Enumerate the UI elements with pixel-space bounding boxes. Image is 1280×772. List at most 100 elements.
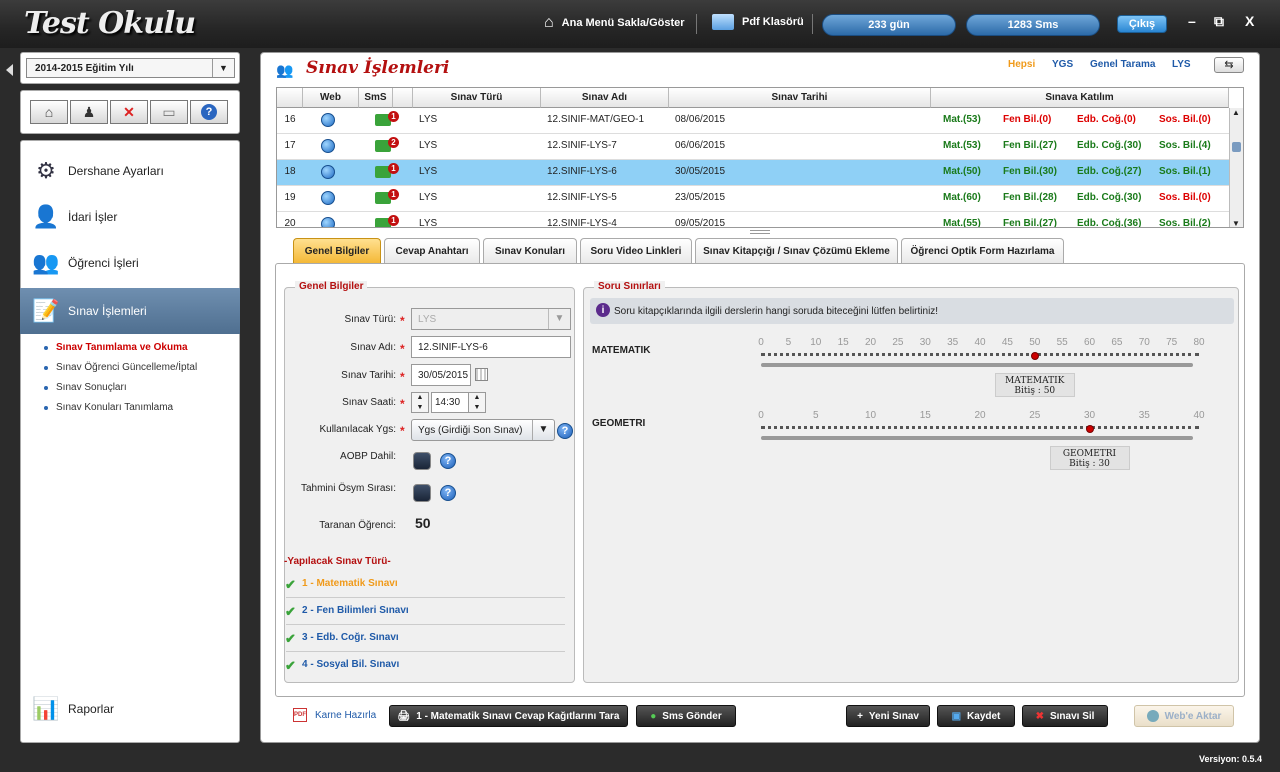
home-button[interactable]: ⌂ [30,100,68,124]
sidebar-item-dershane[interactable]: ⚙ Dershane Ayarları [20,148,240,194]
participation-cell[interactable]: Edb. Coğ.(36) [1077,212,1141,227]
table-row[interactable]: 18 1 LYS 12.SINIF-LYS-6 30/05/2015 Mat.(50) Fe… [277,160,1229,186]
save-button[interactable]: ▣ Kaydet [937,705,1015,727]
table-header-date[interactable]: Sınav Tarihi [669,88,931,108]
scan-button[interactable]: 🖨 1 - Matematik Sınavı Cevap Kağıtlarını … [389,705,628,727]
tab-optik-form[interactable]: Öğrenci Optik Form Hazırlama [901,238,1064,264]
participation-cell[interactable]: Sos. Bil.(0) [1159,186,1211,212]
participation-cell[interactable]: Mat.(53) [943,134,981,160]
participation-cell[interactable]: Fen Bil.(0) [1003,108,1051,134]
participation-cell[interactable]: Sos. Bil.(0) [1159,108,1211,134]
table-header-sms[interactable]: SmS [359,88,393,108]
participation-cell[interactable]: Fen Bil.(28) [1003,186,1057,212]
table-header-katilim[interactable]: Sınava Katılım [931,88,1229,108]
slider-track[interactable] [761,363,1193,367]
help-icon[interactable]: ? [440,485,456,501]
calendar-icon[interactable] [475,368,488,381]
sidebar-item-raporlar[interactable]: 📊 Raporlar [20,686,240,732]
submenu-sinav-sonuclari[interactable]: Sınav Sonuçları [44,382,127,393]
sms-icon[interactable]: 2 [375,134,399,160]
table-scrollbar[interactable]: ▲ ▼ [1229,108,1243,227]
globe-icon[interactable] [321,186,335,212]
minimize-button[interactable]: – [1188,13,1196,29]
table-header-name[interactable]: Sınav Adı [541,88,669,108]
calendar-button[interactable]: ▭ [150,100,188,124]
globe-icon[interactable] [321,134,335,160]
participation-cell[interactable]: Mat.(53) [943,108,981,134]
delete-button[interactable]: ✕ [110,100,148,124]
submenu-ogrenci-guncelleme[interactable]: Sınav Öğrenci Güncelleme/İptal [44,362,197,373]
sms-icon[interactable]: 1 [375,186,399,212]
filter-ygs[interactable]: YGS [1052,59,1073,70]
table-row[interactable]: 20 1 LYS 12.SINIF-LYS-4 09/05/2015 Mat.(55) Fe… [277,212,1229,227]
submenu-sinav-konulari[interactable]: Sınav Konuları Tanımlama [44,402,173,413]
restore-button[interactable]: ⧉ [1214,13,1224,30]
splitter-handle[interactable] [750,230,770,234]
exam-date-input[interactable]: 30/05/2015 [411,364,471,386]
participation-cell[interactable]: Fen Bil.(27) [1003,134,1057,160]
pdf-folder-button[interactable]: Pdf Klasörü [712,14,804,30]
exam-time-input[interactable]: 14:30 [431,392,469,413]
table-header-type[interactable]: Sınav Türü [413,88,541,108]
tab-sinav-konulari[interactable]: Sınav Konuları [483,238,577,264]
ygs-select[interactable]: Ygs (Girdiği Son Sınav) ▼ [411,419,555,441]
sms-icon[interactable]: 1 [375,108,399,134]
sms-send-button[interactable]: ● Sms Gönder [636,705,736,727]
help-icon[interactable]: ? [440,453,456,469]
menu-toggle-button[interactable]: ⌂ Ana Menü Sakla/Göster [544,14,685,32]
exam-part-1[interactable]: 1 - Matematik Sınavı [302,578,398,589]
web-export-button[interactable]: Web'e Aktar [1134,705,1234,727]
help-button[interactable]: ? [190,100,228,124]
exam-part-3[interactable]: 3 - Edb. Coğr. Sınavı [302,632,399,643]
exam-type-select[interactable]: LYS ▼ [411,308,571,330]
submenu-sinav-tanimlama[interactable]: Sınav Tanımlama ve Okuma [44,342,188,353]
year-select[interactable]: 2014-2015 Eğitim Yılı ▼ [26,58,235,78]
aobp-checkbox[interactable] [413,452,431,470]
participation-cell[interactable]: Sos. Bil.(2) [1159,212,1211,227]
time-stepper-right[interactable]: ▲ ▼ [468,392,486,413]
sidebar-item-ogrenci[interactable]: 👥 Öğrenci İşleri [20,240,240,286]
participation-cell[interactable]: Sos. Bil.(4) [1159,134,1211,160]
sms-icon[interactable]: 1 [375,212,399,227]
participation-cell[interactable]: Mat.(60) [943,186,981,212]
slider-thumb[interactable] [1085,425,1094,433]
sidebar-item-idari[interactable]: 👤 İdari İşler [20,194,240,240]
participation-cell[interactable]: Edb. Coğ.(30) [1077,134,1141,160]
collapse-arrow-icon[interactable] [6,64,13,76]
exam-part-2[interactable]: 2 - Fen Bilimleri Sınavı [302,605,409,616]
tab-genel-bilgiler[interactable]: Genel Bilgiler [293,238,381,264]
exam-part-4[interactable]: 4 - Sosyal Bil. Sınavı [302,659,399,670]
scroll-up-icon[interactable]: ▲ [1232,108,1240,117]
filter-hepsi[interactable]: Hepsi [1008,59,1035,70]
table-row[interactable]: 19 1 LYS 12.SINIF-LYS-5 23/05/2015 Mat.(60) Fe… [277,186,1229,212]
scroll-thumb[interactable] [1232,142,1241,152]
participation-cell[interactable]: Edb. Coğ.(27) [1077,160,1141,186]
user-button[interactable]: ♟ [70,100,108,124]
participation-cell[interactable]: Edb. Coğ.(0) [1077,108,1136,134]
refresh-button[interactable]: ⇆ [1214,57,1244,73]
tab-soru-video[interactable]: Soru Video Linkleri [580,238,692,264]
table-header-web[interactable]: Web [303,88,359,108]
tab-kitapcik[interactable]: Sınav Kitapçığı / Sınav Çözümü Ekleme [695,238,898,264]
help-icon[interactable]: ? [557,423,573,439]
participation-cell[interactable]: Edb. Coğ.(30) [1077,186,1141,212]
sidebar-item-sinav[interactable]: 📝 Sınav İşlemleri [20,288,240,334]
table-row[interactable]: 16 1 LYS 12.SINIF-MAT/GEO-1 08/06/2015 Mat.(5… [277,108,1229,134]
close-button[interactable]: X [1245,13,1254,29]
slider-track[interactable] [761,436,1193,440]
participation-cell[interactable]: Fen Bil.(30) [1003,160,1057,186]
exam-name-input[interactable]: 12.SINIF-LYS-6 [411,336,571,358]
globe-icon[interactable] [321,108,335,134]
osym-checkbox[interactable] [413,484,431,502]
slider-thumb[interactable] [1030,352,1039,360]
table-row[interactable]: 17 2 LYS 12.SINIF-LYS-7 06/06/2015 Mat.(53) Fe… [277,134,1229,160]
karne-link[interactable]: Karne Hazırla [315,710,376,721]
time-stepper-left[interactable]: ▲ ▼ [411,392,429,413]
tab-cevap-anahtari[interactable]: Cevap Anahtarı [384,238,480,264]
participation-cell[interactable]: Sos. Bil.(1) [1159,160,1211,186]
new-exam-button[interactable]: + Yeni Sınav [846,705,930,727]
filter-lys[interactable]: LYS [1172,59,1191,70]
globe-icon[interactable] [321,212,335,227]
scroll-down-icon[interactable]: ▼ [1232,219,1240,227]
globe-icon[interactable] [321,160,335,186]
